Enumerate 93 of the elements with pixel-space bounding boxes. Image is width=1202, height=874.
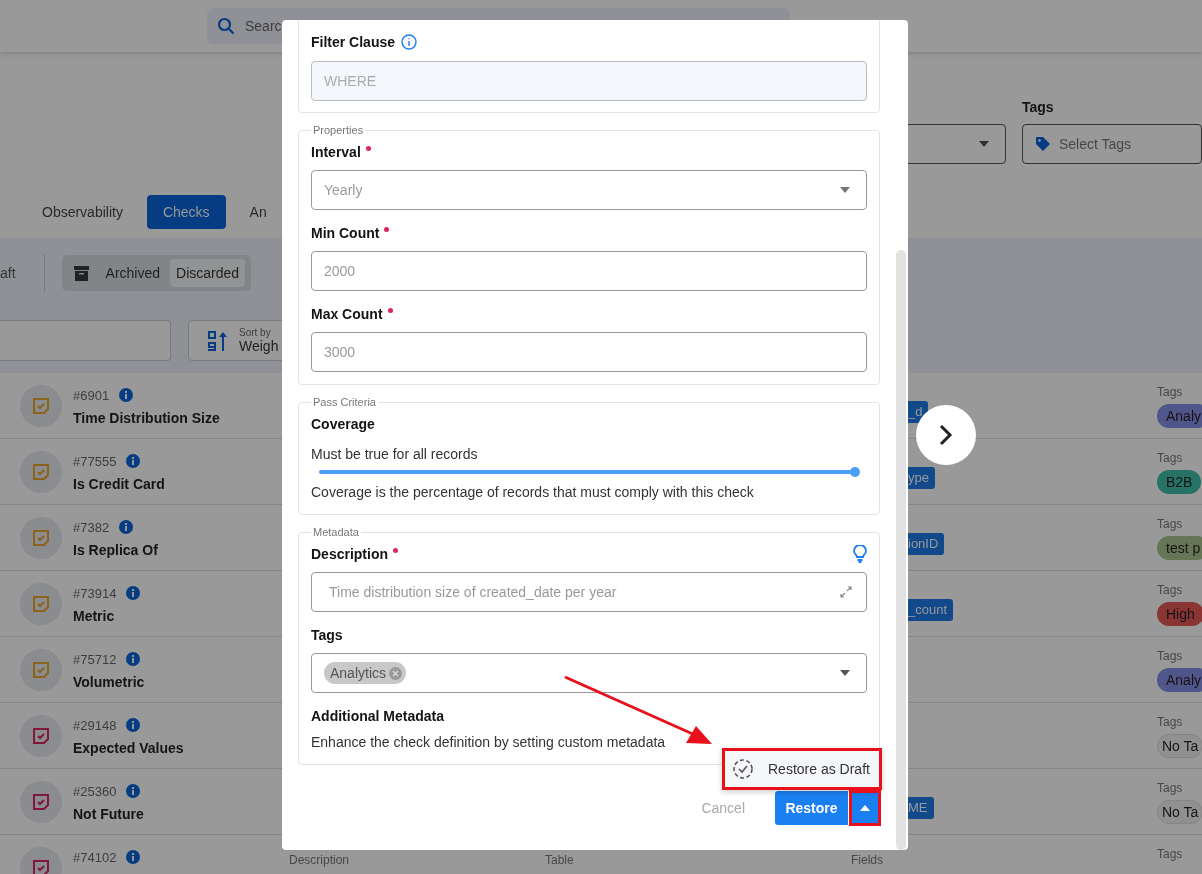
section-legend: Pass Criteria: [311, 395, 378, 409]
lightbulb-icon[interactable]: [853, 545, 867, 563]
tag-chip: Analy: [1157, 404, 1202, 428]
field-label: Max Count: [311, 306, 383, 322]
check-id: #73914: [73, 585, 117, 601]
field-label: Filter Clause: [311, 34, 396, 50]
slider-thumb[interactable]: [850, 467, 860, 477]
field-label: Description: [311, 546, 388, 562]
check-id: #75712: [73, 651, 117, 667]
restore-button[interactable]: Restore: [775, 791, 848, 825]
field-label: Interval: [311, 144, 361, 160]
scrollbar[interactable]: [896, 250, 906, 850]
chevron-right-icon: [939, 424, 953, 446]
search-icon: [217, 17, 235, 35]
description-label: Description: [289, 853, 350, 867]
input-field[interactable]: 3000: [311, 332, 867, 372]
tag-chip: Analy: [1157, 668, 1202, 692]
tags-select[interactable]: Select Tags: [1022, 124, 1202, 164]
section-legend: Properties: [311, 123, 366, 137]
tags-label: Tags: [1157, 450, 1184, 466]
caret-icon: [979, 141, 989, 147]
check-id: #6901: [73, 387, 110, 403]
tags-field[interactable]: Analytics: [311, 653, 867, 693]
check-name: Is Replica Of: [73, 541, 159, 560]
status-tab[interactable]: aft: [0, 265, 16, 281]
caret-icon: [840, 670, 850, 676]
description-field[interactable]: Time distribution size of created_date per year: [311, 572, 867, 612]
archived-label[interactable]: Archived: [105, 265, 161, 281]
sort-icon: [207, 329, 229, 352]
tags-label: Tags: [1157, 648, 1184, 664]
check-id: #29148: [73, 717, 117, 733]
info-icon[interactable]: [119, 520, 134, 534]
field-label: Additional Metadata: [311, 708, 444, 724]
tag-chip: Analytics: [324, 662, 407, 684]
info-icon[interactable]: [401, 34, 418, 50]
tags-filter-label: Tags: [1022, 98, 1055, 116]
info-icon[interactable]: [126, 454, 141, 468]
check-name: Volumetric: [73, 673, 146, 692]
check-name: Expected Values: [73, 739, 185, 758]
info-icon[interactable]: [119, 388, 134, 402]
filter-input[interactable]: [0, 320, 171, 361]
check-name: Not Future: [73, 805, 145, 824]
input-field[interactable]: 2000: [311, 251, 867, 291]
help-text: Enhance the check definition by setting custom metadata: [311, 733, 667, 752]
tag-chip: High: [1157, 602, 1202, 626]
field-chip: ionID: [906, 533, 945, 555]
cancel-button[interactable]: Cancel: [695, 799, 751, 817]
tag-chip: No Ta: [1157, 734, 1202, 758]
tags-label: Tags: [1157, 846, 1183, 862]
field-chip: _count: [906, 599, 954, 621]
status-chip[interactable]: Discarded: [170, 259, 246, 287]
archive-icon: [73, 265, 89, 281]
tag-chip: No Ta: [1157, 800, 1202, 824]
field-chip: ME: [906, 797, 934, 819]
check-name: Is Credit Card: [73, 475, 166, 494]
table-label: Table: [545, 853, 574, 867]
dashed-check-circle-icon: [732, 758, 754, 780]
check-id: #25360: [73, 783, 117, 799]
caret-up-icon: [859, 805, 870, 811]
info-icon[interactable]: [126, 718, 141, 732]
info-icon[interactable]: [126, 586, 141, 600]
tags-label: Tags: [1157, 714, 1184, 730]
help-text: Coverage is the percentage of records that must comply with this check: [311, 483, 755, 502]
tab[interactable]: Checks: [146, 194, 226, 229]
tag-chip: B2B: [1157, 470, 1202, 494]
field-label: Tags: [311, 627, 343, 643]
rule-text: Must be true for all records: [311, 445, 479, 464]
check-id: #7382: [73, 519, 110, 535]
input-field[interactable]: WHERE: [311, 61, 867, 101]
info-icon[interactable]: [126, 784, 141, 798]
check-name: Time Distribution Size: [73, 409, 221, 428]
tags-label: Tags: [1157, 582, 1184, 598]
tags-label: Tags: [1157, 516, 1184, 532]
check-name: Metric: [73, 607, 116, 626]
check-id: #74102: [73, 849, 117, 865]
fields-label: Fields: [851, 853, 883, 867]
tab[interactable]: An: [233, 194, 283, 229]
select-field[interactable]: Yearly: [311, 170, 867, 210]
tab[interactable]: Observability: [26, 194, 139, 229]
field-label: Coverage: [311, 416, 375, 432]
section-legend: Metadata: [311, 525, 361, 539]
remove-icon[interactable]: [389, 666, 403, 680]
field-label: Min Count: [311, 225, 380, 241]
info-icon[interactable]: [126, 850, 141, 864]
field-chip: ype: [906, 467, 935, 489]
expand-icon[interactable]: [840, 586, 852, 598]
info-icon[interactable]: [126, 652, 141, 666]
tag-icon: [1035, 136, 1051, 152]
check-id: #77555: [73, 453, 117, 469]
tag-chip: test p: [1157, 536, 1202, 560]
tags-label: Tags: [1157, 780, 1184, 796]
caret-icon: [840, 187, 850, 193]
tags-label: Tags: [1157, 384, 1184, 400]
